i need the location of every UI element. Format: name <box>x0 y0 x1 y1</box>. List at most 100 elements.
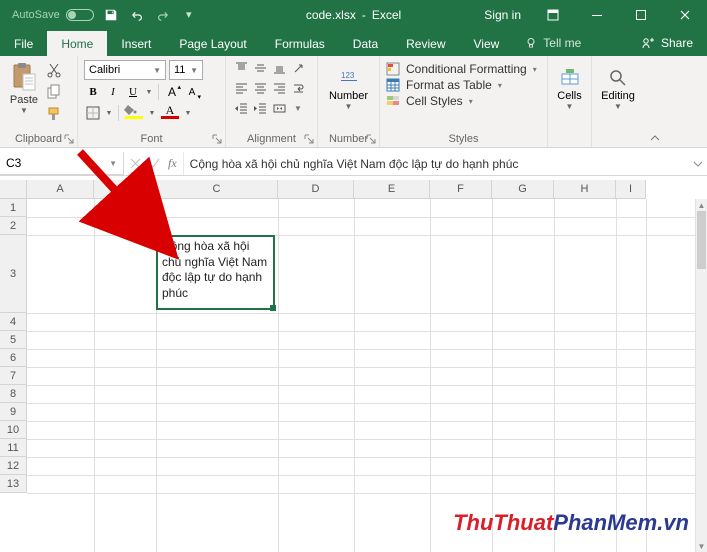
tab-home[interactable]: Home <box>47 31 107 56</box>
undo-button[interactable] <box>128 6 146 24</box>
row-header-1[interactable]: 1 <box>0 199 27 217</box>
italic-button[interactable]: I <box>104 83 122 101</box>
maximize-button[interactable] <box>619 0 663 29</box>
underline-button[interactable]: U <box>124 83 142 101</box>
font-size-select[interactable]: 11▼ <box>169 60 203 80</box>
formula-input[interactable]: Cộng hòa xã hội chủ nghĩa Việt Nam độc l… <box>184 152 689 175</box>
decrease-indent-button[interactable] <box>232 100 250 117</box>
tab-page-layout[interactable]: Page Layout <box>165 31 260 56</box>
cut-button[interactable] <box>46 62 62 78</box>
share-button[interactable]: Share <box>627 30 707 56</box>
cancel-formula-button[interactable] <box>130 158 141 169</box>
font-name-select[interactable]: Calibri▼ <box>84 60 166 80</box>
vertical-scrollbar[interactable]: ▲ ▼ <box>695 199 707 552</box>
align-top-button[interactable] <box>232 60 250 77</box>
col-header-H[interactable]: H <box>554 180 616 199</box>
expand-formula-bar[interactable] <box>689 152 707 175</box>
row-header-9[interactable]: 9 <box>0 403 27 421</box>
name-box[interactable]: C3 ▼ <box>0 152 124 175</box>
font-color-dropdown[interactable]: ▼ <box>183 104 193 122</box>
save-button[interactable] <box>102 6 120 24</box>
align-bottom-button[interactable] <box>270 60 288 77</box>
tab-data[interactable]: Data <box>339 31 392 56</box>
format-painter-button[interactable] <box>46 106 62 122</box>
tab-file[interactable]: File <box>0 31 47 56</box>
clipboard-dialog-launcher[interactable] <box>64 134 74 144</box>
col-header-G[interactable]: G <box>492 180 554 199</box>
number-format-button[interactable]: 123 Number ▼ <box>324 60 373 111</box>
fill-color-button[interactable] <box>123 104 145 122</box>
minimize-button[interactable] <box>575 0 619 29</box>
col-header-E[interactable]: E <box>354 180 430 199</box>
scroll-down-button[interactable]: ▼ <box>696 540 707 552</box>
editing-button[interactable]: Editing ▼ <box>598 60 638 111</box>
borders-button[interactable] <box>84 104 102 122</box>
row-header-5[interactable]: 5 <box>0 331 27 349</box>
col-header-B[interactable]: B <box>94 180 156 199</box>
cell-styles-button[interactable]: Cell Styles▾ <box>386 94 541 108</box>
font-dialog-launcher[interactable] <box>212 134 222 144</box>
number-dialog-launcher[interactable] <box>366 134 376 144</box>
fill-color-dropdown[interactable]: ▼ <box>147 104 157 122</box>
col-header-D[interactable]: D <box>278 180 354 199</box>
row-header-13[interactable]: 13 <box>0 475 27 493</box>
format-as-table-button[interactable]: Format as Table▾ <box>386 78 541 92</box>
enter-formula-button[interactable] <box>149 158 160 169</box>
grow-font-button[interactable]: A▴ <box>163 83 181 101</box>
selected-cell[interactable]: Cộng hòa xã hội chủ nghĩa Việt Nam độc l… <box>156 235 275 310</box>
paste-button[interactable]: Paste ▼ <box>6 60 42 122</box>
tab-insert[interactable]: Insert <box>107 31 165 56</box>
row-header-8[interactable]: 8 <box>0 385 27 403</box>
conditional-formatting-button[interactable]: Conditional Formatting▾ <box>386 62 541 76</box>
select-all-corner[interactable] <box>0 180 27 199</box>
bold-button[interactable]: B <box>84 83 102 101</box>
signin-link[interactable]: Sign in <box>474 8 531 22</box>
align-left-button[interactable] <box>232 80 250 97</box>
formula-text: Cộng hòa xã hội chủ nghĩa Việt Nam độc l… <box>190 157 519 171</box>
row-header-7[interactable]: 7 <box>0 367 27 385</box>
shrink-font-button[interactable]: A▾ <box>183 83 201 101</box>
scroll-up-button[interactable]: ▲ <box>696 199 707 211</box>
editing-label: Editing <box>601 90 635 102</box>
ribbon-display-button[interactable] <box>531 0 575 29</box>
row-header-2[interactable]: 2 <box>0 217 27 235</box>
align-center-button[interactable] <box>251 80 269 97</box>
qat-customize-button[interactable]: ▾ <box>180 6 198 24</box>
align-right-button[interactable] <box>270 80 288 97</box>
align-middle-button[interactable] <box>251 60 269 77</box>
scrollbar-thumb[interactable] <box>697 211 706 269</box>
font-color-button[interactable]: A <box>159 104 181 122</box>
wm-b: PhanMem <box>553 510 657 535</box>
increase-indent-button[interactable] <box>251 100 269 117</box>
row-header-12[interactable]: 12 <box>0 457 27 475</box>
merge-dropdown[interactable]: ▼ <box>289 100 307 117</box>
borders-dropdown[interactable]: ▼ <box>104 104 114 122</box>
tell-me-search[interactable]: Tell me <box>513 30 593 56</box>
row-header-4[interactable]: 4 <box>0 313 27 331</box>
autosave-toggle[interactable]: AutoSave <box>12 9 94 21</box>
collapse-ribbon-button[interactable] <box>644 56 666 147</box>
orientation-button[interactable] <box>289 60 307 77</box>
fill-handle[interactable] <box>270 305 276 311</box>
alignment-dialog-launcher[interactable] <box>304 134 314 144</box>
row-header-6[interactable]: 6 <box>0 349 27 367</box>
merge-center-button[interactable] <box>270 100 288 117</box>
redo-button[interactable] <box>154 6 172 24</box>
tab-view[interactable]: View <box>460 31 514 56</box>
close-button[interactable] <box>663 0 707 29</box>
tab-review[interactable]: Review <box>392 31 459 56</box>
col-header-I[interactable]: I <box>616 180 646 199</box>
underline-dropdown[interactable]: ▼ <box>144 83 154 101</box>
insert-function-button[interactable]: fx <box>168 156 177 171</box>
row-header-3[interactable]: 3 <box>0 235 27 313</box>
col-header-A[interactable]: A <box>27 180 94 199</box>
worksheet-grid[interactable]: ABCDEFGHI 12345678910111213 ▲ ▼ Cộng hòa… <box>0 180 707 552</box>
col-header-C[interactable]: C <box>156 180 278 199</box>
col-header-F[interactable]: F <box>430 180 492 199</box>
row-header-10[interactable]: 10 <box>0 421 27 439</box>
copy-button[interactable] <box>46 84 62 100</box>
tab-formulas[interactable]: Formulas <box>261 31 339 56</box>
wrap-text-button[interactable] <box>289 80 307 97</box>
row-header-11[interactable]: 11 <box>0 439 27 457</box>
cells-button[interactable]: Cells ▼ <box>554 60 585 111</box>
